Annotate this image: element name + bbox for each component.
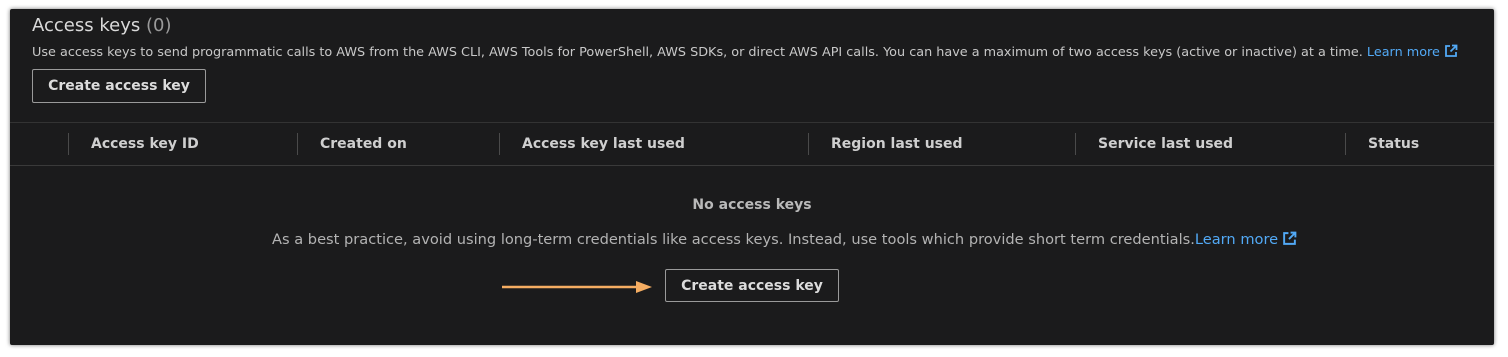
access-keys-panel: Access keys (0) Use access keys to send … xyxy=(10,9,1494,345)
column-region-last-used[interactable]: Region last used xyxy=(831,123,963,165)
access-key-count: (0) xyxy=(145,15,172,36)
column-separator xyxy=(68,133,69,155)
column-access-key-last-used[interactable]: Access key last used xyxy=(522,123,685,165)
create-access-key-button[interactable]: Create access key xyxy=(32,69,206,103)
column-access-key-id[interactable]: Access key ID xyxy=(91,123,199,165)
learn-more-label: Learn more xyxy=(1366,45,1440,60)
column-separator xyxy=(297,133,298,155)
empty-state-learn-more-label: Learn more xyxy=(1194,231,1279,248)
section-title: Access keys (0) xyxy=(32,15,171,36)
section-header: Access keys (0) xyxy=(32,15,171,36)
column-separator xyxy=(499,133,500,155)
column-service-last-used[interactable]: Service last used xyxy=(1098,123,1233,165)
column-separator xyxy=(1075,133,1076,155)
section-description-text: Use access keys to send programmatic cal… xyxy=(32,45,1363,60)
section-description: Use access keys to send programmatic cal… xyxy=(32,44,1458,62)
arrow-right-icon xyxy=(502,281,652,293)
empty-state-title: No access keys xyxy=(692,197,812,213)
empty-state-learn-more-link[interactable]: Learn more xyxy=(1195,231,1297,248)
column-separator xyxy=(808,133,809,155)
column-status[interactable]: Status xyxy=(1368,123,1419,165)
column-separator xyxy=(1345,133,1346,155)
external-link-icon xyxy=(1444,44,1458,62)
section-title-text: Access keys xyxy=(32,15,141,36)
access-keys-table-header: Access key ID Created on Access key last… xyxy=(10,122,1494,166)
external-link-icon xyxy=(1282,231,1297,250)
empty-state-description: As a best practice, avoid using long-ter… xyxy=(272,231,1297,250)
empty-state-create-access-key-button[interactable]: Create access key xyxy=(665,269,839,302)
empty-state-description-text: As a best practice, avoid using long-ter… xyxy=(272,231,1195,248)
column-created-on[interactable]: Created on xyxy=(320,123,407,165)
learn-more-link[interactable]: Learn more xyxy=(1366,44,1458,62)
